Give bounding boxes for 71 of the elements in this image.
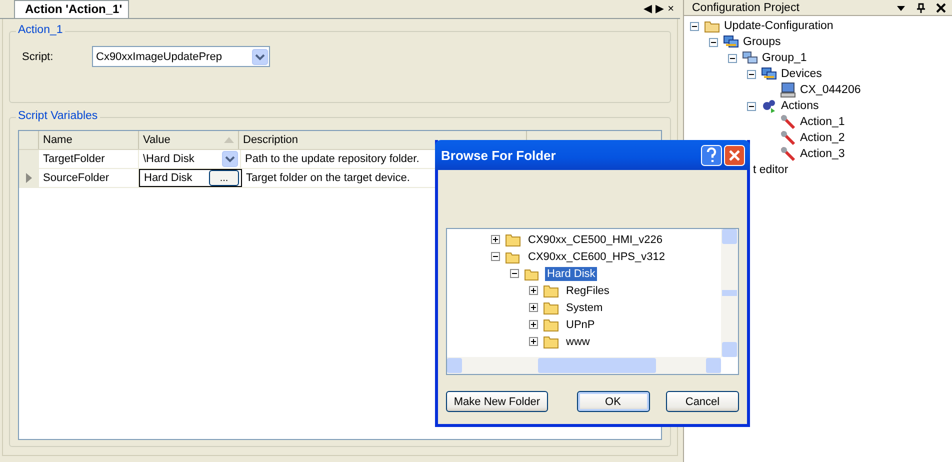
folder-icon	[543, 300, 559, 314]
folder-icon	[543, 318, 559, 332]
tab-control[interactable]: ▶	[656, 2, 664, 16]
collapse-icon[interactable]	[510, 269, 519, 278]
horizontal-scrollbar[interactable]	[447, 357, 721, 374]
computer-icon	[780, 82, 796, 98]
folder-icon	[505, 232, 521, 246]
expand-icon[interactable]	[529, 286, 538, 295]
folder-item[interactable]: RegFiles	[564, 284, 612, 298]
wrench-icon	[780, 114, 796, 130]
tree-item[interactable]: Group_1	[761, 52, 808, 64]
collapse-icon[interactable]	[728, 54, 737, 62]
expand-icon[interactable]	[529, 320, 538, 329]
row-header[interactable]	[19, 169, 39, 187]
table-cell-text: \Hard Disk	[143, 152, 194, 167]
vertical-scrollbar[interactable]	[721, 229, 738, 357]
group-title: Action_1	[16, 24, 65, 36]
table-cell-text: Hard Disk	[144, 171, 192, 186]
tree-item[interactable]: t editor	[752, 164, 790, 176]
current-row-icon	[26, 173, 32, 183]
folder-item[interactable]: www	[564, 334, 592, 348]
tab-control[interactable]: ×	[668, 2, 674, 16]
collapse-icon[interactable]	[709, 38, 718, 46]
dialog-button[interactable]: Cancel	[666, 391, 739, 412]
browse-button[interactable]: ...	[209, 170, 239, 186]
collapse-icon[interactable]	[747, 102, 756, 110]
help-icon[interactable]	[701, 144, 722, 166]
column-header[interactable]: Value	[139, 131, 239, 149]
folder-item[interactable]: Hard Disk	[545, 266, 598, 280]
sort-arrow-icon	[224, 137, 234, 143]
tree-item[interactable]: Actions	[780, 100, 820, 112]
collapse-icon[interactable]	[491, 252, 500, 261]
folder-item[interactable]: System	[564, 300, 605, 314]
close-icon[interactable]	[936, 2, 946, 12]
tree-item[interactable]: CX_044206	[799, 84, 862, 96]
folder-item[interactable]: CX90xx_CE500_HMI_v226	[526, 232, 665, 246]
collapse-icon[interactable]	[690, 22, 699, 30]
dialog-button[interactable]: OK	[576, 391, 650, 412]
expand-icon[interactable]	[529, 303, 538, 312]
script-label: Script:	[22, 50, 54, 62]
expand-icon[interactable]	[491, 235, 500, 244]
folder-item[interactable]: UPnP	[564, 318, 597, 332]
folder-icon	[524, 266, 540, 280]
folder-item[interactable]: CX90xx_CE600_HPS_v312	[526, 250, 667, 264]
dialog-button[interactable]: Make New Folder	[446, 391, 548, 412]
computers-icon	[742, 50, 758, 66]
tree-item[interactable]: Action_2	[799, 132, 846, 144]
network-icon	[723, 34, 739, 50]
tree-item[interactable]: Action_3	[799, 148, 846, 160]
panel-title: Configuration Project	[692, 2, 800, 14]
wrench-icon	[780, 130, 796, 146]
network-icon	[761, 66, 777, 82]
expand-icon[interactable]	[529, 337, 538, 346]
wrench-icon	[780, 146, 796, 162]
collapse-icon[interactable]	[747, 70, 756, 78]
folder-icon	[543, 284, 559, 298]
tree-item[interactable]: Devices	[780, 68, 823, 80]
tree-item[interactable]: Groups	[742, 36, 782, 48]
tree-item[interactable]: Update-Configuration	[723, 20, 834, 32]
tree-item[interactable]: Action_1	[799, 116, 846, 128]
column-header[interactable]: Name	[39, 131, 139, 149]
tab-control[interactable]: ◀	[644, 2, 652, 16]
document-tab[interactable]: Action 'Action_1'	[14, 0, 130, 18]
script-dropdown[interactable]: Cx90xxImageUpdatePrep	[92, 46, 270, 67]
group-title: Script Variables	[16, 110, 100, 122]
table-cell: TargetFolder	[39, 150, 139, 168]
folder-icon	[505, 250, 521, 264]
table-cell: SourceFolder	[39, 169, 139, 187]
folder-icon	[543, 334, 559, 348]
pin-icon[interactable]	[916, 2, 926, 12]
gears-icon	[761, 98, 777, 114]
